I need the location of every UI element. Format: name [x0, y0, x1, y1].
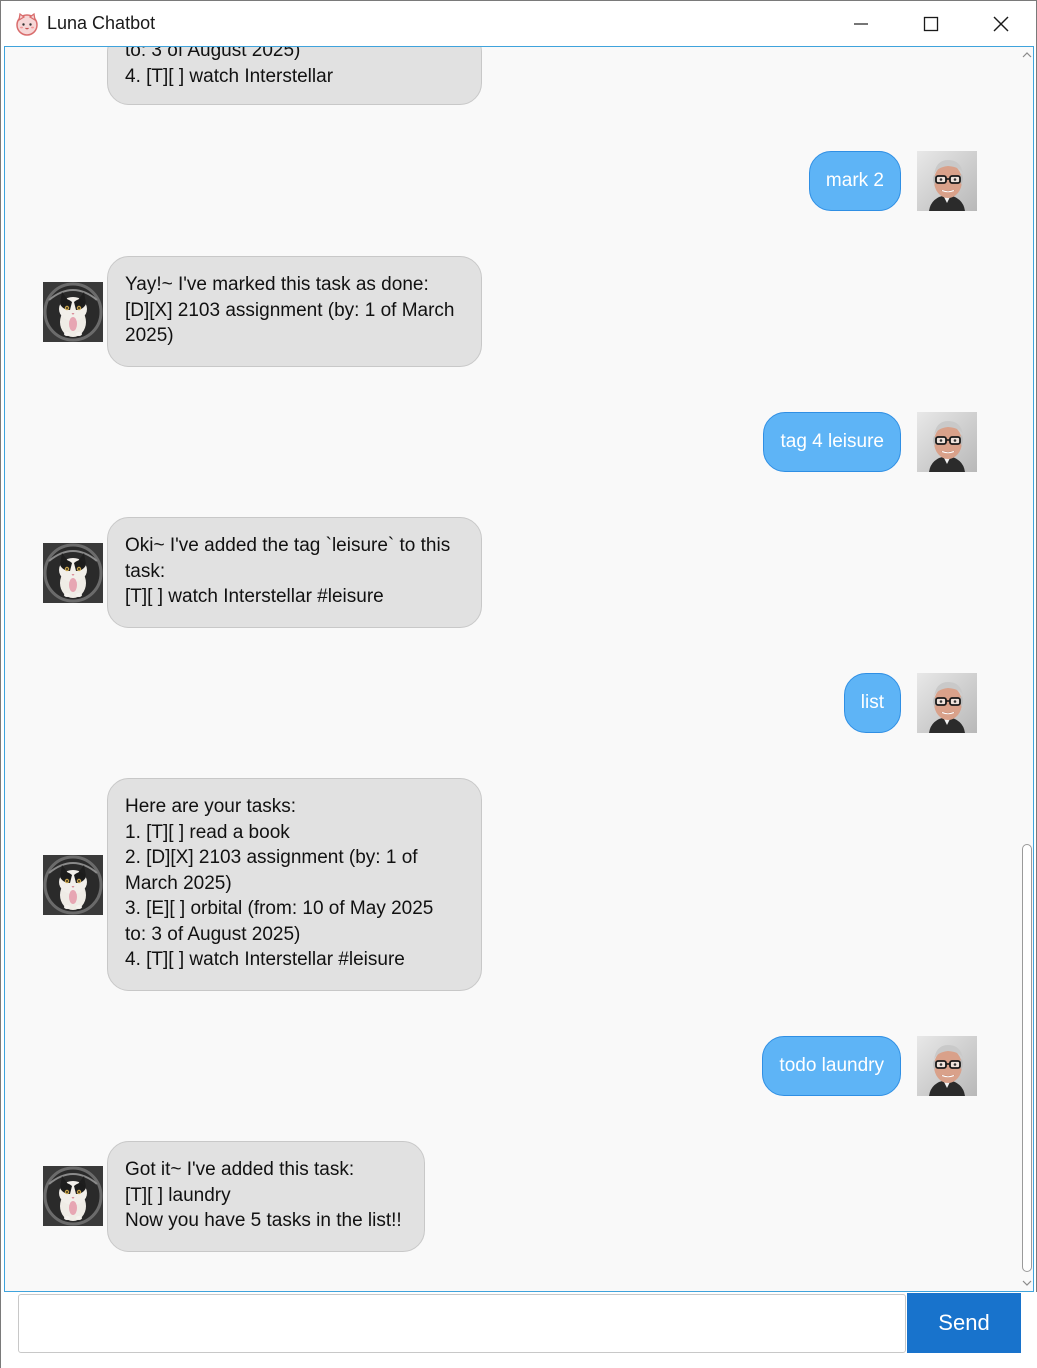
bot-message-line: 2025): [125, 325, 174, 346]
bot-message-line: 4. [T][ ] watch Interstellar: [125, 65, 334, 87]
bot-message-line: March 2025): [125, 872, 232, 894]
user-avatar: [917, 1036, 977, 1096]
scroll-up-button[interactable]: [1019, 47, 1033, 63]
bot-avatar: [43, 855, 103, 915]
scroll-down-button[interactable]: [1019, 1275, 1033, 1291]
chevron-down-icon: [1022, 1280, 1032, 1286]
user-avatar: [917, 151, 977, 211]
bot-message-line: [T][ ] watch Interstellar #leisure: [125, 586, 384, 607]
bot-message-line: to: 3 of August 2025): [125, 46, 301, 61]
chat-scroll-pane[interactable]: to: 3 of August 2025) 4. [T][ ] watch In…: [4, 46, 1034, 1292]
bot-avatar: [43, 282, 103, 342]
bot-message-line: 2. [D][X] 2103 assignment (by: 1 of: [125, 847, 418, 868]
title-bar[interactable]: Luna Chatbot: [2, 2, 1035, 45]
bot-message-line: 4. [T][ ] watch Interstellar #leisure: [125, 949, 405, 970]
bot-message-line: Here are your tasks:: [125, 796, 297, 817]
bot-message-line: [D][X] 2103 assignment (by: 1 of March: [125, 299, 455, 321]
vertical-scrollbar[interactable]: [1019, 47, 1033, 1291]
minimize-icon: [854, 22, 868, 25]
bot-message-line: 3. [E][ ] orbital (from: 10 of May 2025: [125, 898, 434, 919]
close-button[interactable]: [966, 2, 1036, 45]
bot-message-line: [T][ ] laundry: [125, 1184, 231, 1206]
input-bar: Send: [1, 1292, 1037, 1368]
app-window: Luna Chatbot to: 3 of August 2025) 4. [T…: [0, 0, 1037, 1368]
cat-face-icon: [16, 12, 38, 36]
bot-message-bubble: Oki~ I've added the tag `leisure` to thi…: [107, 517, 482, 628]
user-message-bubble: todo laundry: [762, 1036, 901, 1096]
bot-message-line: Yay!~ I've marked this task as done:: [125, 274, 429, 295]
bot-message-bubble: Got it~ I've added this task: [T][ ] lau…: [107, 1141, 425, 1252]
minimize-button[interactable]: [826, 2, 896, 45]
user-avatar: [917, 412, 977, 472]
chevron-up-icon: [1022, 52, 1032, 58]
bot-message-bubble: to: 3 of August 2025) 4. [T][ ] watch In…: [107, 46, 482, 105]
bot-avatar: [43, 543, 103, 603]
bot-message-line: task:: [125, 560, 166, 582]
message-input[interactable]: [18, 1294, 906, 1353]
bot-message-line: 1. [T][ ] read a book: [125, 821, 290, 843]
bot-message-line: to: 3 of August 2025): [125, 923, 301, 945]
maximize-icon: [923, 16, 939, 31]
send-button[interactable]: Send: [907, 1293, 1021, 1353]
close-icon: [993, 16, 1009, 31]
user-message-bubble: tag 4 leisure: [763, 412, 901, 472]
user-message-bubble: mark 2: [808, 151, 901, 211]
bot-message-line: Got it~ I've added this task:: [125, 1159, 355, 1180]
bot-message-bubble: Yay!~ I've marked this task as done: [D]…: [107, 256, 482, 367]
bot-avatar: [43, 1166, 103, 1226]
bot-message-line: Now you have 5 tasks in the list!!: [125, 1210, 402, 1231]
user-message-bubble: list: [843, 673, 901, 733]
bot-message-line: Oki~ I've added the tag `leisure` to thi…: [125, 535, 451, 556]
user-avatar: [917, 673, 977, 733]
bot-message-bubble: Here are your tasks: 1. [T][ ] read a bo…: [107, 778, 482, 991]
window-title: Luna Chatbot: [47, 13, 156, 33]
maximize-button[interactable]: [896, 2, 966, 45]
scroll-thumb[interactable]: [1022, 844, 1032, 1272]
